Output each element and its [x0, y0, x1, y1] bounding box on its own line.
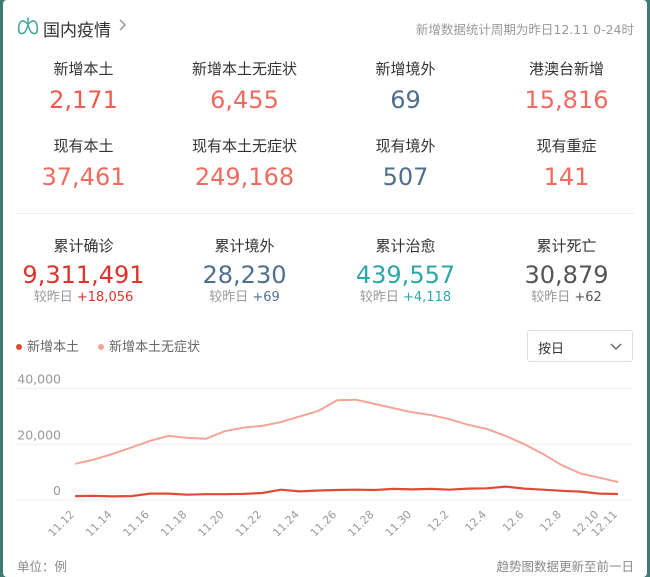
stat-label: 港澳台新增 — [528, 60, 604, 78]
stat-label: 新增本土 — [53, 60, 114, 78]
lungs-icon — [17, 17, 39, 35]
stat-value: 6,455 — [210, 86, 279, 114]
x-tick-label: 11.12 — [46, 508, 77, 539]
legend-item-new-asymptomatic[interactable]: 新增本土无症状 — [98, 336, 200, 355]
update-note: 趋势图数据更新至前一日 — [496, 559, 634, 574]
stat-label: 累计死亡 — [536, 237, 597, 255]
stat-label: 现有重症 — [536, 137, 597, 155]
chevron-down-icon — [610, 343, 622, 350]
stat-total-imported: 累计境外 28,230 较昨日 +69 — [164, 237, 325, 306]
legend-dot — [98, 343, 104, 350]
x-tick-label: 11.26 — [308, 508, 339, 539]
page-title: 国内疫情 — [43, 21, 111, 41]
stat-delta: 较昨日 +18,056 — [3, 290, 164, 306]
period-select[interactable]: 按日 — [527, 330, 633, 362]
x-tick-label: 11.14 — [83, 508, 114, 539]
x-tick-label: 11.22 — [233, 508, 264, 539]
stat-current-severe: 现有重症 141 — [486, 137, 647, 192]
stat-value: 141 — [543, 163, 590, 191]
x-tick-label: 12.6 — [500, 508, 527, 535]
legend-dot — [16, 343, 22, 350]
x-tick-label: 12.2 — [425, 508, 452, 535]
delta-prefix: 较昨日 — [531, 290, 571, 305]
stat-value: 9,311,491 — [22, 261, 145, 289]
y-tick-label: 0 — [53, 483, 61, 498]
stat-total-deaths: 累计死亡 30,879 较昨日 +62 — [486, 237, 647, 306]
stat-value: 249,168 — [194, 163, 295, 191]
x-tick-label: 12.4 — [463, 508, 490, 535]
unit-label: 单位：例 — [17, 559, 68, 574]
section-divider — [16, 213, 634, 214]
stat-value: 15,816 — [524, 86, 609, 114]
delta-value: +18,056 — [76, 290, 134, 305]
stat-label: 累计确诊 — [53, 237, 114, 255]
stat-label: 新增本土无症状 — [191, 60, 297, 78]
x-tick-label: 11.30 — [383, 508, 414, 539]
period-select-value: 按日 — [538, 342, 565, 357]
stat-new-imported: 新增境外 69 — [325, 60, 486, 115]
y-tick-label: 40,000 — [17, 372, 61, 387]
card-header[interactable]: 国内疫情 新增数据统计周期为昨日12.11 0-24时 — [3, 12, 647, 42]
stat-label: 现有本土无症状 — [191, 137, 297, 155]
stat-label: 累计境外 — [214, 237, 275, 255]
y-tick-label: 20,000 — [17, 427, 61, 442]
x-tick-label: 11.20 — [195, 508, 226, 539]
stat-value: 37,461 — [41, 163, 126, 191]
legend-label: 新增本土 — [27, 340, 80, 355]
stat-delta: 较昨日 +69 — [164, 290, 325, 306]
x-tick-label: 11.24 — [270, 508, 301, 539]
stat-total-confirmed: 累计确诊 9,311,491 较昨日 +18,056 — [3, 237, 164, 306]
delta-prefix: 较昨日 — [359, 290, 399, 305]
stat-total-recovered: 累计治愈 439,557 较昨日 +4,118 — [325, 237, 486, 306]
stat-delta: 较昨日 +4,118 — [325, 290, 486, 306]
stat-value: 2,171 — [49, 86, 118, 114]
delta-prefix: 较昨日 — [33, 290, 73, 305]
stat-current-imported: 现有境外 507 — [325, 137, 486, 192]
stats-period-note: 新增数据统计周期为昨日12.11 0-24时 — [415, 22, 634, 37]
stat-value: 69 — [390, 86, 421, 114]
stat-label: 新增境外 — [375, 60, 436, 78]
stat-new-hk-macau-taiwan: 港澳台新增 15,816 — [486, 60, 647, 115]
delta-value: +62 — [574, 290, 602, 305]
stat-value: 507 — [382, 163, 429, 191]
legend-item-new-local[interactable]: 新增本土 — [16, 336, 79, 355]
series-line-new-local — [74, 485, 619, 498]
stat-new-local: 新增本土 2,171 — [3, 60, 164, 115]
trend-chart: 020,00040,00011.12 11.14 11.16 11.18 11.20 11… — [17, 372, 633, 539]
stat-delta: 较昨日 +62 — [486, 290, 647, 306]
stat-label: 现有本土 — [53, 137, 114, 155]
x-tick-label: 11.18 — [158, 508, 189, 539]
stat-value: 28,230 — [202, 261, 287, 289]
chevron-right-icon — [119, 19, 127, 31]
legend-label: 新增本土无症状 — [109, 340, 201, 355]
series-line-new-asymptomatic — [74, 398, 619, 483]
stat-current-local-asymptomatic: 现有本土无症状 249,168 — [164, 137, 325, 192]
x-tick-label: 11.16 — [121, 508, 152, 539]
stat-value: 30,879 — [524, 261, 609, 289]
epidemic-card: 国内疫情 新增数据统计周期为昨日12.11 0-24时 新增本土 2,171 新… — [3, 0, 647, 577]
stat-current-local: 现有本土 37,461 — [3, 137, 164, 192]
stat-label: 累计治愈 — [375, 237, 436, 255]
delta-prefix: 较昨日 — [209, 290, 249, 305]
stat-label: 现有境外 — [375, 137, 436, 155]
x-tick-label: 12.8 — [537, 508, 564, 535]
x-tick-label: 11.28 — [345, 508, 376, 539]
delta-value: +69 — [252, 290, 280, 305]
stat-new-local-asymptomatic: 新增本土无症状 6,455 — [164, 60, 325, 115]
delta-value: +4,118 — [403, 290, 452, 305]
stat-value: 439,557 — [355, 261, 456, 289]
